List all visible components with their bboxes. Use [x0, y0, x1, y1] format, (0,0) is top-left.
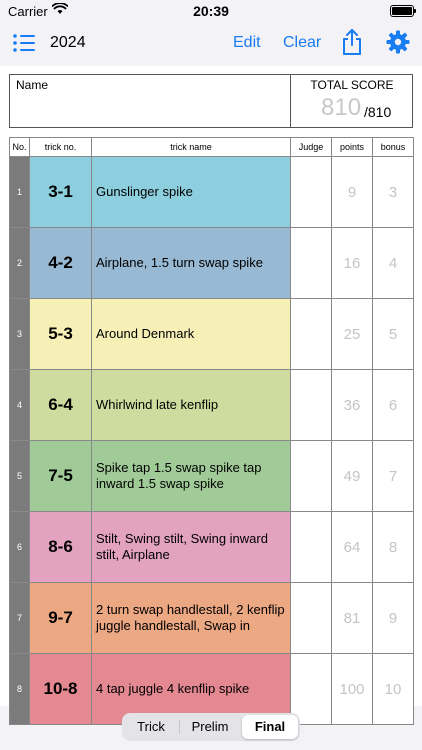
bonus-cell[interactable]: 5	[372, 298, 414, 370]
row-number: 2	[9, 227, 30, 299]
row-number: 4	[9, 369, 30, 441]
trick-number: 5-3	[29, 298, 92, 370]
trick-name: Stilt, Swing stilt, Swing inward stilt, …	[91, 511, 291, 583]
bonus-cell[interactable]: 3	[372, 156, 414, 228]
mode-segmented-control: Trick Prelim Final	[122, 713, 300, 741]
trick-name: Spike tap 1.5 swap spike tap inward 1.5 …	[91, 440, 291, 512]
table-row[interactable]: 5 7-5 Spike tap 1.5 swap spike tap inwar…	[9, 440, 414, 512]
row-number: 5	[9, 440, 30, 512]
segment-trick[interactable]: Trick	[124, 715, 178, 739]
bonus-cell[interactable]: 7	[372, 440, 414, 512]
judge-cell[interactable]	[290, 298, 332, 370]
table-row[interactable]: 3 5-3 Around Denmark 25 5	[9, 298, 414, 370]
year-title: 2024	[50, 34, 86, 51]
points-cell: 9	[331, 156, 373, 228]
judge-cell[interactable]	[290, 511, 332, 583]
total-score-label: TOTAL SCORE	[310, 78, 394, 92]
score-header: Name TOTAL SCORE 810 /810	[9, 74, 413, 128]
header-no: No.	[9, 137, 30, 157]
total-score-area: TOTAL SCORE 810 /810	[290, 75, 415, 127]
table-row[interactable]: 2 4-2 Airplane, 1.5 turn swap spike 16 4	[9, 227, 414, 299]
row-number: 3	[9, 298, 30, 370]
judge-cell[interactable]	[290, 582, 332, 654]
gear-icon[interactable]	[386, 30, 410, 54]
clear-button[interactable]: Clear	[283, 34, 321, 52]
bonus-cell[interactable]: 4	[372, 227, 414, 299]
header-trick-no: trick no.	[29, 137, 92, 157]
trick-name: Around Denmark	[91, 298, 291, 370]
row-number: 7	[9, 582, 30, 654]
battery-icon	[390, 5, 416, 17]
segment-final[interactable]: Final	[242, 715, 298, 739]
table-header: No. trick no. trick name Judge points bo…	[9, 137, 414, 157]
points-cell: 49	[331, 440, 373, 512]
table-row[interactable]: 4 6-4 Whirlwind late kenflip 36 6	[9, 369, 414, 441]
header-trick-name: trick name	[91, 137, 291, 157]
points-cell: 81	[331, 582, 373, 654]
trick-number: 8-6	[29, 511, 92, 583]
row-number: 6	[9, 511, 30, 583]
bonus-cell[interactable]: 6	[372, 369, 414, 441]
segment-prelim[interactable]: Prelim	[180, 715, 240, 739]
table-row[interactable]: 7 9-7 2 turn swap handlestall, 2 kenflip…	[9, 582, 414, 654]
points-cell: 36	[331, 369, 373, 441]
header-points: points	[331, 137, 373, 157]
row-number: 8	[9, 653, 30, 725]
trick-name: Whirlwind late kenflip	[91, 369, 291, 441]
row-number: 1	[9, 156, 30, 228]
list-icon[interactable]	[12, 32, 36, 54]
name-label: Name	[16, 78, 49, 92]
points-cell: 16	[331, 227, 373, 299]
score-sheet: Name TOTAL SCORE 810 /810 No. trick no. …	[0, 66, 422, 725]
share-icon[interactable]	[341, 28, 363, 56]
bonus-cell[interactable]: 8	[372, 511, 414, 583]
points-cell: 64	[331, 511, 373, 583]
judge-cell[interactable]	[290, 227, 332, 299]
judge-cell[interactable]	[290, 156, 332, 228]
clock: 20:39	[193, 3, 229, 19]
trick-number: 4-2	[29, 227, 92, 299]
status-bar: Carrier 20:39	[0, 0, 422, 22]
judge-cell[interactable]	[290, 440, 332, 512]
trick-number: 3-1	[29, 156, 92, 228]
nav-bar: 2024 Edit Clear	[0, 24, 422, 64]
trick-number: 7-5	[29, 440, 92, 512]
points-cell: 25	[331, 298, 373, 370]
trick-name: Gunslinger spike	[91, 156, 291, 228]
edit-button[interactable]: Edit	[233, 34, 261, 52]
trick-name: Airplane, 1.5 turn swap spike	[91, 227, 291, 299]
judge-cell[interactable]	[290, 369, 332, 441]
bonus-cell[interactable]: 10	[372, 653, 414, 725]
table-row[interactable]: 1 3-1 Gunslinger spike 9 3	[9, 156, 414, 228]
table-row[interactable]: 6 8-6 Stilt, Swing stilt, Swing inward s…	[9, 511, 414, 583]
header-bonus: bonus	[372, 137, 414, 157]
trick-number: 9-7	[29, 582, 92, 654]
points-cell: 100	[331, 653, 373, 725]
total-score-value: 810	[321, 94, 362, 121]
trick-number: 6-4	[29, 369, 92, 441]
bonus-cell[interactable]: 9	[372, 582, 414, 654]
trick-number: 10-8	[29, 653, 92, 725]
trick-name: 2 turn swap handlestall, 2 kenflip juggl…	[91, 582, 291, 654]
total-score-max: /810	[364, 104, 392, 120]
header-judge: Judge	[290, 137, 332, 157]
trick-table: No. trick no. trick name Judge points bo…	[9, 137, 414, 725]
